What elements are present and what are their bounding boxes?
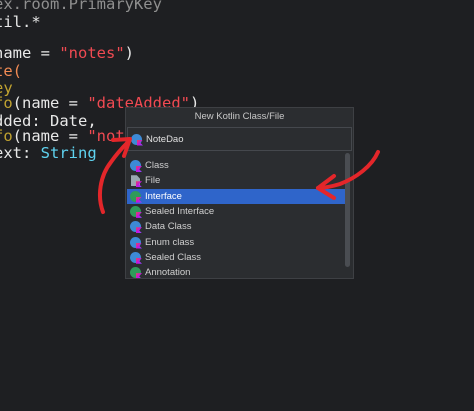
annotation-arrows	[97, 137, 380, 214]
